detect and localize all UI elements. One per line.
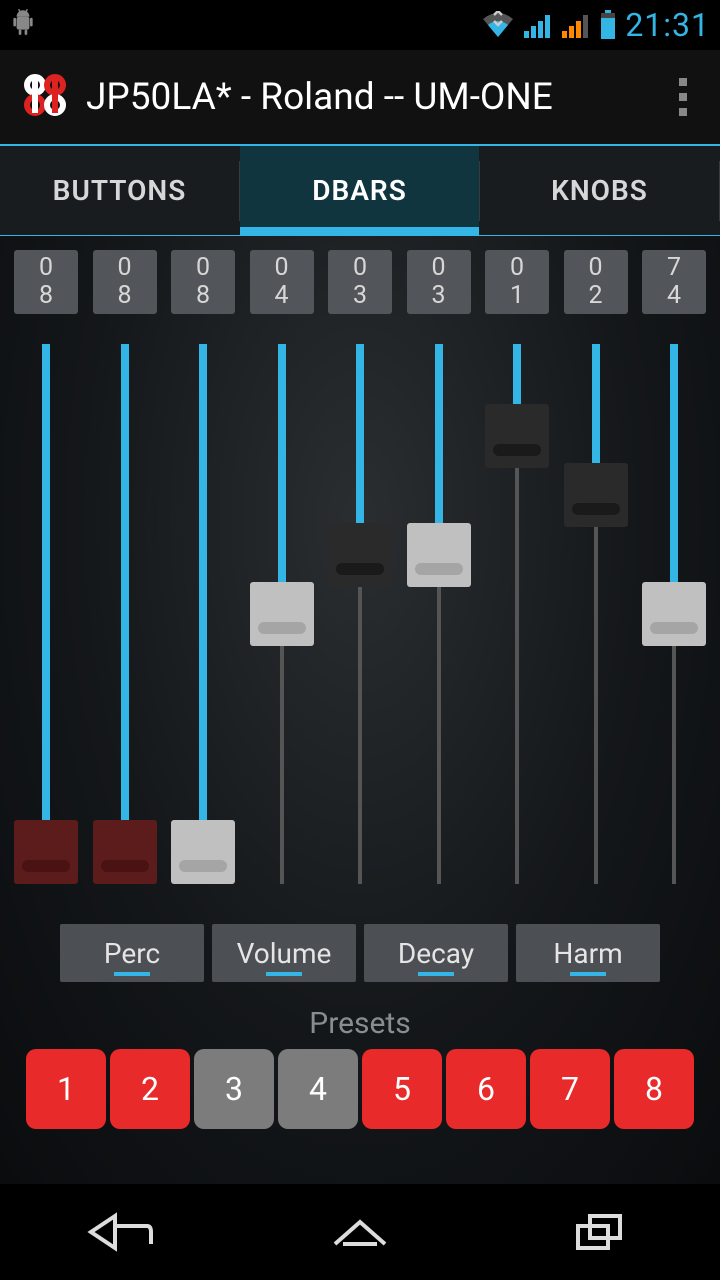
preset-7[interactable]: 7: [530, 1049, 610, 1129]
nav-home-icon[interactable]: [300, 1202, 420, 1262]
slider-thumb[interactable]: [328, 523, 392, 587]
nav-bar: [0, 1184, 720, 1280]
drawbar-value-8[interactable]: 02: [564, 250, 628, 314]
preset-1[interactable]: 1: [26, 1049, 106, 1129]
drawbar-value-7[interactable]: 01: [485, 250, 549, 314]
drawbar-value-4[interactable]: 04: [250, 250, 314, 314]
drawbar-slider-6[interactable]: [407, 344, 471, 884]
drawbar-slider-7[interactable]: [485, 344, 549, 884]
clock: 21:31: [625, 6, 710, 44]
slider-thumb[interactable]: [407, 523, 471, 587]
wifi-icon: [481, 11, 515, 39]
drawbar-value-2[interactable]: 08: [93, 250, 157, 314]
drawbar-value-6[interactable]: 03: [407, 250, 471, 314]
slider-thumb[interactable]: [14, 820, 78, 884]
drawbar-slider-1[interactable]: [14, 344, 78, 884]
slider-thumb[interactable]: [485, 404, 549, 468]
drawbar-slider-8[interactable]: [564, 344, 628, 884]
slider-thumb[interactable]: [250, 582, 314, 646]
tab-dbars[interactable]: DBARS: [240, 146, 479, 235]
signal-blue-icon: [523, 11, 553, 39]
action-row: PercVolumeDecayHarm: [10, 924, 710, 982]
slider-thumb[interactable]: [564, 463, 628, 527]
slider-row: [10, 314, 710, 914]
tab-bar: BUTTONS DBARS KNOBS: [0, 146, 720, 236]
preset-4[interactable]: 4: [278, 1049, 358, 1129]
main-panel: 080808040303010274 PercVolumeDecayHarm P…: [0, 236, 720, 1184]
presets-label: Presets: [10, 1006, 710, 1041]
drawbar-value-1[interactable]: 08: [14, 250, 78, 314]
drawbar-slider-9[interactable]: [642, 344, 706, 884]
decay-button[interactable]: Decay: [364, 924, 508, 982]
drawbar-value-5[interactable]: 03: [328, 250, 392, 314]
android-icon: [10, 6, 36, 44]
tab-knobs[interactable]: KNOBS: [480, 146, 719, 235]
nav-recents-icon[interactable]: [540, 1202, 660, 1262]
tab-buttons[interactable]: BUTTONS: [0, 146, 239, 235]
slider-thumb[interactable]: [642, 582, 706, 646]
volume-button[interactable]: Volume: [212, 924, 356, 982]
slider-thumb[interactable]: [171, 820, 235, 884]
status-bar: 21:31: [0, 0, 720, 50]
drawbar-value-9[interactable]: 74: [642, 250, 706, 314]
drawbar-slider-4[interactable]: [250, 344, 314, 884]
harm-button[interactable]: Harm: [516, 924, 660, 982]
presets-row: 12345678: [10, 1049, 710, 1129]
preset-2[interactable]: 2: [110, 1049, 190, 1129]
drawbar-slider-5[interactable]: [328, 344, 392, 884]
preset-8[interactable]: 8: [614, 1049, 694, 1129]
nav-back-icon[interactable]: [60, 1202, 180, 1262]
overflow-menu-icon[interactable]: [658, 49, 708, 145]
preset-5[interactable]: 5: [362, 1049, 442, 1129]
preset-3[interactable]: 3: [194, 1049, 274, 1129]
drawbar-slider-3[interactable]: [171, 344, 235, 884]
drawbar-slider-2[interactable]: [93, 344, 157, 884]
drawbar-value-3[interactable]: 08: [171, 250, 235, 314]
signal-orange-icon: [561, 11, 591, 39]
app-logo-icon: [20, 70, 70, 124]
perc-button[interactable]: Perc: [60, 924, 204, 982]
page-title: JP50LA* - Roland -- UM-ONE: [86, 76, 642, 119]
value-row: 080808040303010274: [10, 250, 710, 314]
battery-icon: [599, 10, 617, 40]
slider-thumb[interactable]: [93, 820, 157, 884]
action-bar: JP50LA* - Roland -- UM-ONE: [0, 50, 720, 146]
preset-6[interactable]: 6: [446, 1049, 526, 1129]
